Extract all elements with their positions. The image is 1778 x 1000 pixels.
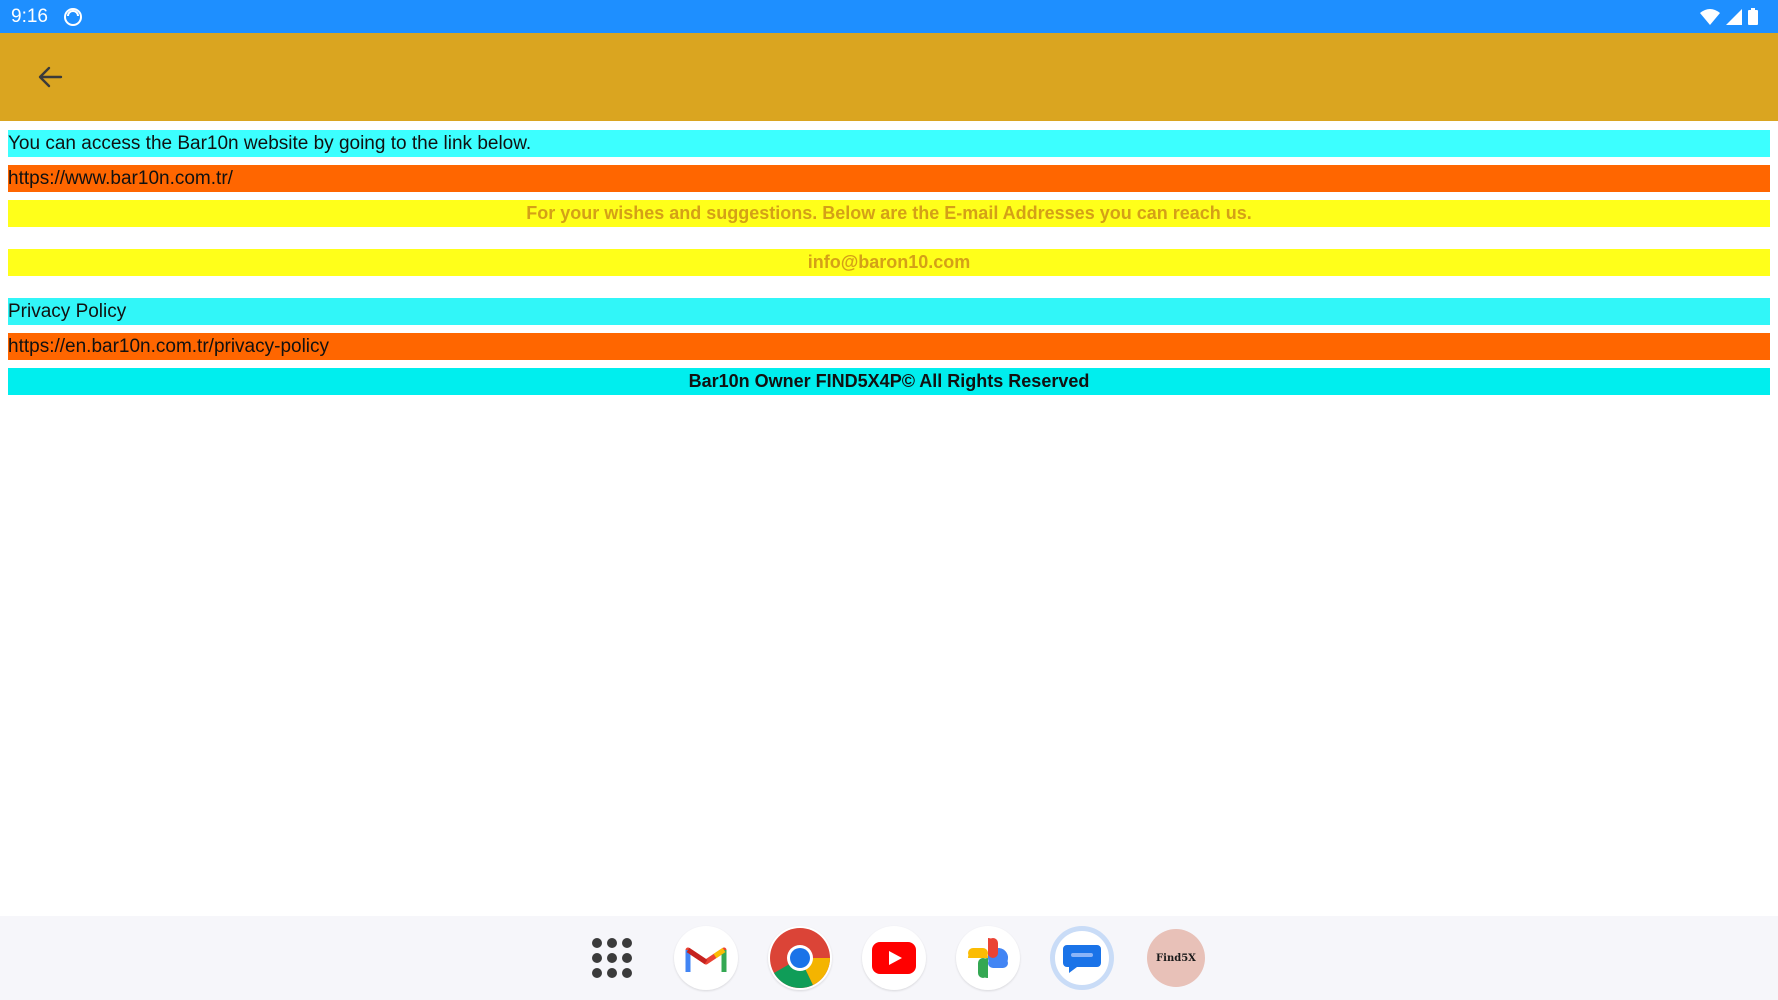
website-intro-text: You can access the Bar10n website by goi…	[8, 130, 1770, 157]
info-content: You can access the Bar10n website by goi…	[8, 130, 1770, 395]
status-bar: 9:16	[0, 0, 1778, 33]
youtube-button[interactable]	[862, 926, 926, 990]
app-drawer-icon	[592, 938, 632, 978]
battery-icon	[1748, 8, 1758, 25]
signal-icon	[1726, 8, 1742, 25]
footer-copyright: Bar10n Owner FIND5X4P© All Rights Reserv…	[8, 368, 1770, 395]
arrow-left-icon	[38, 66, 63, 88]
email-address[interactable]: info@baron10.com	[8, 249, 1770, 276]
find5x-app-icon: Find5X	[1147, 929, 1205, 987]
wishes-text: For your wishes and suggestions. Below a…	[8, 200, 1770, 227]
status-time: 9:16	[11, 6, 48, 27]
chrome-icon	[770, 928, 830, 988]
wifi-icon	[1700, 8, 1720, 25]
messages-icon	[1055, 931, 1109, 985]
status-icons	[1700, 8, 1758, 25]
dock: Find5X	[0, 916, 1778, 1000]
messages-button[interactable]	[1050, 926, 1114, 990]
app-drawer-button[interactable]	[580, 926, 644, 990]
privacy-policy-link[interactable]: https://en.bar10n.com.tr/privacy-policy	[8, 333, 1770, 360]
photos-button[interactable]	[956, 926, 1020, 990]
back-button[interactable]	[28, 59, 72, 95]
sync-icon	[64, 8, 82, 26]
gmail-button[interactable]	[674, 926, 738, 990]
website-link[interactable]: https://www.bar10n.com.tr/	[8, 165, 1770, 192]
gmail-icon	[685, 947, 727, 972]
find5x-app-label: Find5X	[1156, 952, 1196, 964]
find5x-app-button[interactable]: Find5X	[1144, 926, 1208, 990]
app-bar	[0, 33, 1778, 121]
youtube-icon	[872, 942, 916, 974]
chrome-button[interactable]	[768, 926, 832, 990]
privacy-policy-title: Privacy Policy	[8, 298, 1770, 325]
photos-icon	[968, 938, 1008, 978]
